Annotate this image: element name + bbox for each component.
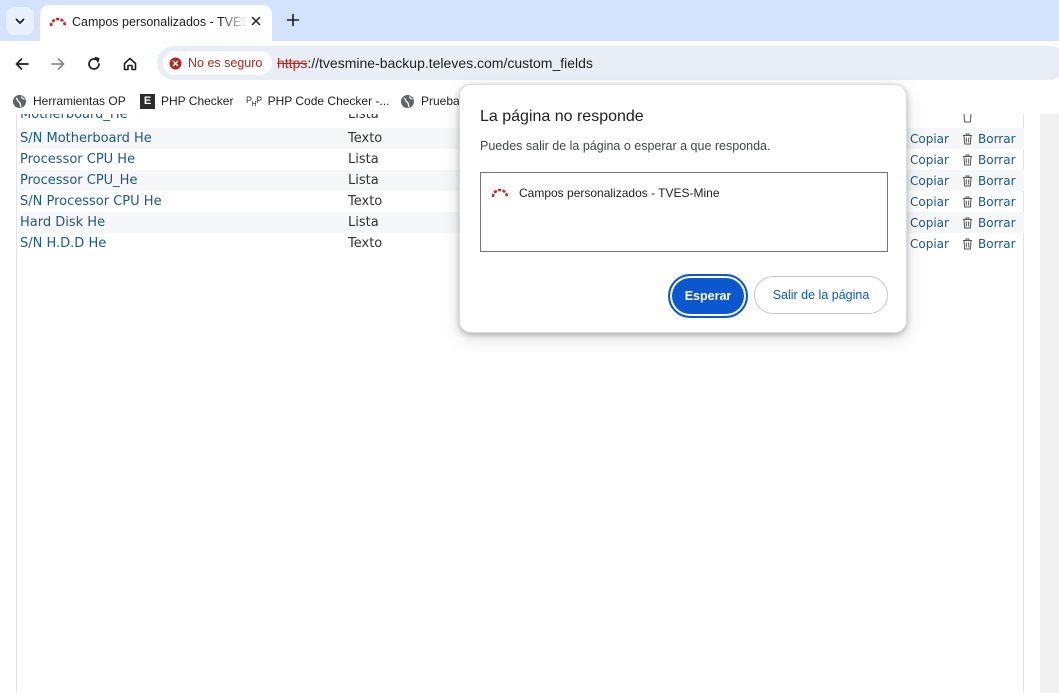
copy-label: Copiar (910, 237, 949, 251)
unresponsive-pages-list: Campos personalizados - TVES-Mine (480, 172, 888, 252)
delete-label: Borrar (978, 237, 1016, 251)
page-item-title: Campos personalizados - TVES-Mine (519, 186, 720, 200)
delete-button[interactable] (962, 114, 973, 123)
trash-icon (963, 114, 972, 123)
trash-icon (963, 175, 972, 187)
url-scheme: https (277, 55, 308, 71)
copy-button[interactable]: Copiar (910, 132, 949, 146)
arrow-right-icon (51, 58, 65, 70)
delete-label: Borrar (978, 153, 1016, 167)
reload-button[interactable] (80, 50, 108, 78)
close-icon (251, 16, 261, 26)
bookmark-herramientas-op[interactable]: Herramientas OP (12, 92, 126, 110)
tab-strip: Campos personalizados - TVES-Mine (0, 0, 1059, 41)
delete-button[interactable]: Borrar (962, 237, 1016, 251)
security-chip-label: No es seguro (188, 56, 263, 70)
dialog-title: La página no responde (480, 108, 644, 125)
tab-title: Campos personalizados - TVES-Mine (72, 15, 247, 29)
active-tab[interactable]: Campos personalizados - TVES-Mine (40, 5, 272, 41)
new-tab-button[interactable] (281, 8, 305, 32)
security-chip[interactable]: No es seguro (163, 51, 273, 75)
field-type: Lista (348, 215, 379, 230)
field-type: Texto (348, 131, 383, 146)
delete-button[interactable]: Borrar (962, 132, 1016, 146)
reload-icon (88, 56, 100, 70)
copy-button[interactable]: Copiar (910, 153, 949, 167)
browser-toolbar: No es seguro https://tvesmine-backup.tel… (0, 41, 1059, 86)
field-name-link[interactable]: S/N Processor CPU He (20, 194, 162, 209)
tab-search-button[interactable] (6, 7, 34, 35)
bookmark-label: Herramientas OP (33, 94, 126, 108)
field-name-link[interactable]: S/N H.D.D He (20, 236, 106, 251)
trash-icon (963, 238, 972, 250)
bookmark-label: PHP Checker (161, 94, 234, 108)
copy-button[interactable]: Copiar (910, 195, 949, 209)
field-type: Lista (348, 152, 379, 167)
delete-button[interactable]: Borrar (962, 216, 1016, 230)
copy-label: Copiar (910, 216, 949, 230)
bookmark-php-checker[interactable]: E PHP Checker (140, 92, 233, 110)
trash-icon (963, 154, 972, 166)
delete-label: Borrar (978, 132, 1016, 146)
field-name-link[interactable]: Processor CPU_He (20, 173, 137, 188)
bookmark-prueba[interactable]: Prueba (400, 92, 460, 110)
site-favicon-icon (491, 188, 509, 198)
copy-button[interactable]: Copiar (910, 237, 949, 251)
wait-button[interactable]: Esperar (668, 274, 748, 318)
copy-button[interactable]: Copiar (910, 216, 949, 230)
exit-page-button[interactable]: Salir de la página (754, 276, 888, 314)
trash-icon (963, 133, 972, 145)
address-bar[interactable]: No es seguro https://tvesmine-backup.tel… (157, 46, 1059, 80)
url-text[interactable]: https://tvesmine-backup.televes.com/cust… (277, 55, 593, 71)
field-type: Texto (348, 194, 383, 209)
chevron-down-icon (15, 18, 25, 24)
site-favicon-icon (49, 14, 67, 35)
field-name-link[interactable]: S/N Motherboard He (20, 131, 152, 146)
delete-label: Borrar (978, 174, 1016, 188)
forward-button[interactable] (44, 50, 72, 78)
php-icon: PHP (246, 94, 262, 108)
copy-label: Copiar (910, 195, 949, 209)
url-rest: ://tvesmine-backup.televes.com/custom_fi… (307, 55, 593, 71)
vertical-scrollbar[interactable] (1040, 114, 1059, 693)
list-item: Campos personalizados - TVES-Mine (491, 186, 720, 200)
bookmark-php-code-checker[interactable]: PHP PHP Code Checker -... (246, 92, 389, 110)
field-name-link[interactable]: Processor CPU He (20, 152, 135, 167)
field-type: Texto (348, 236, 383, 251)
delete-button[interactable]: Borrar (962, 174, 1016, 188)
copy-button[interactable]: Copiar (910, 174, 949, 188)
field-name-link[interactable]: Motherboard_He (20, 114, 128, 122)
bookmark-label: PHP Code Checker -... (267, 94, 390, 108)
tab-close-button[interactable] (247, 12, 265, 30)
arrow-left-icon (15, 58, 29, 70)
bookmark-label: Prueba (421, 94, 460, 108)
home-icon (123, 57, 137, 71)
trash-icon (963, 217, 972, 229)
globe-icon (13, 94, 26, 108)
copy-label: Copiar (910, 153, 949, 167)
delete-label: Borrar (978, 195, 1016, 209)
field-name-link[interactable]: Hard Disk He (20, 215, 105, 230)
field-type: Lista (348, 114, 379, 122)
delete-label: Borrar (978, 216, 1016, 230)
back-button[interactable] (8, 50, 36, 78)
home-button[interactable] (116, 50, 144, 78)
warning-icon (169, 57, 182, 69)
trash-icon (963, 196, 972, 208)
copy-label: Copiar (910, 174, 949, 188)
field-type: Lista (348, 173, 379, 188)
copy-label: Copiar (910, 132, 949, 146)
delete-button[interactable]: Borrar (962, 195, 1016, 209)
page-unresponsive-dialog: La página no responde Puedes salir de la… (459, 84, 907, 333)
plus-icon (286, 13, 300, 27)
dialog-message: Puedes salir de la página o esperar a qu… (480, 139, 771, 153)
globe-icon (401, 94, 414, 108)
e-box-icon: E (140, 93, 155, 109)
delete-button[interactable]: Borrar (962, 153, 1016, 167)
